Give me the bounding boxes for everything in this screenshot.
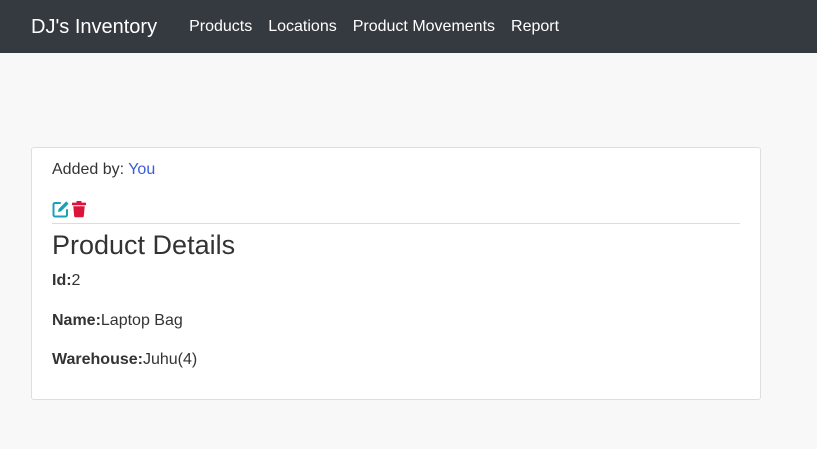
field-name-label: Name: — [52, 312, 101, 329]
trash-icon[interactable] — [70, 200, 88, 218]
nav-item-product-movements[interactable]: Product Movements — [353, 17, 495, 37]
field-name: Name:Laptop Bag — [52, 311, 183, 331]
added-by-author-link[interactable]: You — [128, 161, 155, 178]
nav-item-products[interactable]: Products — [189, 17, 252, 37]
field-id-value: 2 — [71, 272, 81, 289]
added-by-label: Added by: — [52, 161, 125, 178]
nav-item-report[interactable]: Report — [511, 17, 559, 37]
field-id: Id:2 — [52, 271, 80, 291]
nav-item-locations[interactable]: Locations — [268, 17, 337, 37]
navbar-brand[interactable]: DJ's Inventory — [31, 15, 157, 39]
field-warehouse-value: Juhu(4) — [142, 351, 198, 368]
action-icons — [52, 200, 88, 218]
top-navbar: DJ's Inventory Products Locations Produc… — [0, 0, 817, 53]
field-warehouse: Warehouse:Juhu(4) — [52, 350, 197, 370]
field-id-label: Id: — [52, 272, 72, 289]
field-warehouse-label: Warehouse: — [52, 351, 143, 368]
card-divider — [52, 223, 740, 224]
product-details-card: Added by: You Product Details Id:2 Name:… — [31, 147, 761, 400]
field-name-value: Laptop Bag — [100, 312, 183, 329]
page-title: Product Details — [52, 230, 236, 260]
edit-icon[interactable] — [52, 200, 70, 218]
added-by: Added by: You — [52, 160, 155, 180]
